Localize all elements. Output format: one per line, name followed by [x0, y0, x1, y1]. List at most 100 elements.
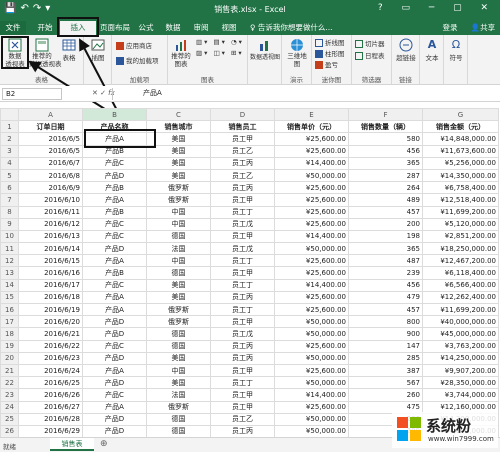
row-number[interactable]: 12	[0, 254, 19, 268]
row-number[interactable]: 21	[0, 363, 19, 378]
table-cell[interactable]: 456	[348, 144, 423, 158]
pivot-chart-button[interactable]: 数据透视图	[250, 38, 280, 61]
table-cell[interactable]: 员工甲	[210, 400, 275, 414]
row-number[interactable]: 4	[0, 156, 19, 170]
table-cell[interactable]: ¥25,600.00	[274, 217, 349, 231]
table-cell[interactable]: ¥25,600.00	[274, 254, 349, 268]
table-cell[interactable]: ¥25,600.00	[274, 181, 349, 195]
table-cell[interactable]: 2016/6/5	[18, 144, 83, 158]
table-cell[interactable]: 员工丙	[210, 156, 275, 170]
row-number[interactable]: 25	[0, 412, 19, 426]
table-cell[interactable]: 产品A	[82, 254, 147, 268]
table-cell[interactable]: ¥14,848,000.00	[422, 132, 499, 146]
tab-formulas[interactable]: 公式	[134, 21, 158, 35]
row-number[interactable]: 9	[0, 217, 19, 231]
table-cell[interactable]: 产品B	[82, 205, 147, 219]
table-cell[interactable]: 2016/6/20	[18, 315, 83, 329]
tab-view[interactable]: 视图	[216, 21, 242, 35]
table-cell[interactable]: ¥12,467,200.00	[422, 254, 499, 268]
table-cell[interactable]: 德国	[146, 229, 211, 244]
table-cell[interactable]: ¥25,600.00	[274, 302, 349, 317]
table-cell[interactable]: 中国	[146, 254, 211, 268]
table-cell[interactable]: 美国	[146, 376, 211, 390]
table-cell[interactable]: 2016/6/8	[18, 168, 83, 183]
table-cell[interactable]: ¥12,518,400.00	[422, 193, 499, 207]
table-cell[interactable]: 美国	[146, 351, 211, 365]
sparkline-winloss-button[interactable]: 盈亏	[315, 59, 338, 69]
row-number[interactable]: 15	[0, 290, 19, 305]
column-header[interactable]: E	[274, 107, 349, 122]
table-cell[interactable]: ¥5,120,000.00	[422, 217, 499, 231]
table-cell[interactable]: 俄罗斯	[146, 400, 211, 414]
table-cell[interactable]: 俄罗斯	[146, 315, 211, 329]
table-cell[interactable]: 德国	[146, 412, 211, 426]
slicer-button[interactable]: 切片器	[355, 38, 385, 48]
text-button[interactable]: A 文本	[422, 38, 442, 62]
table-cell[interactable]: 产品D	[82, 168, 147, 183]
table-cell[interactable]: ¥25,600.00	[274, 132, 349, 146]
table-cell[interactable]: ¥14,250,000.00	[422, 351, 499, 365]
table-cell[interactable]: 员工乙	[210, 412, 275, 426]
table-cell[interactable]: 产品D	[82, 412, 147, 426]
table-cell[interactable]: ¥14,350,000.00	[422, 168, 499, 183]
table-cell[interactable]: ¥25,600.00	[274, 339, 349, 353]
table-cell[interactable]: 457	[348, 205, 423, 219]
row-number[interactable]: 20	[0, 351, 19, 365]
table-cell[interactable]: 2016/6/21	[18, 327, 83, 341]
table-cell[interactable]: 员工丁	[210, 302, 275, 317]
table-cell[interactable]: ¥25,600.00	[274, 193, 349, 207]
row-number[interactable]: 24	[0, 400, 19, 414]
hyperlink-button[interactable]: 超链接	[394, 38, 418, 62]
table-cell[interactable]: 285	[348, 351, 423, 365]
table-cell[interactable]: ¥12,262,400.00	[422, 290, 499, 305]
row-number[interactable]: 11	[0, 242, 19, 256]
header-cell[interactable]: 销售员工	[210, 120, 275, 134]
row-number[interactable]: 19	[0, 339, 19, 353]
table-cell[interactable]: ¥25,600.00	[274, 290, 349, 305]
table-cell[interactable]: 2016/6/17	[18, 278, 83, 292]
store-button[interactable]: 应用商店	[116, 40, 152, 50]
table-cell[interactable]: 2016/6/13	[18, 229, 83, 244]
table-cell[interactable]: 487	[348, 254, 423, 268]
table-cell[interactable]: 2016/6/18	[18, 290, 83, 305]
table-cell[interactable]: 产品B	[82, 181, 147, 195]
table-cell[interactable]: ¥25,600.00	[274, 400, 349, 414]
table-cell[interactable]: 美国	[146, 132, 211, 146]
table-cell[interactable]: ¥50,000.00	[274, 424, 349, 439]
table-cell[interactable]: 美国	[146, 156, 211, 170]
table-cell[interactable]: 2016/6/9	[18, 181, 83, 195]
table-cell[interactable]: 387	[348, 363, 423, 378]
table-cell[interactable]: 美国	[146, 278, 211, 292]
table-cell[interactable]: 员工乙	[210, 168, 275, 183]
table-cell[interactable]: ¥28,350,000.00	[422, 376, 499, 390]
table-cell[interactable]: 147	[348, 339, 423, 353]
column-header[interactable]: D	[210, 107, 275, 122]
table-cell[interactable]: 产品D	[82, 315, 147, 329]
table-cell[interactable]: 员工丙	[210, 424, 275, 439]
table-cell[interactable]: ¥50,000.00	[274, 242, 349, 256]
tab-data[interactable]: 数据	[160, 21, 186, 35]
sheet-tab[interactable]: 销售表	[50, 438, 94, 451]
table-cell[interactable]: ¥14,400.00	[274, 388, 349, 402]
row-number[interactable]: 26	[0, 424, 19, 439]
table-cell[interactable]: 中国	[146, 363, 211, 378]
table-cell[interactable]: 产品D	[82, 376, 147, 390]
row-number[interactable]: 3	[0, 144, 19, 158]
table-cell[interactable]: 2016/6/16	[18, 266, 83, 280]
header-cell[interactable]: 销售城市	[146, 120, 211, 134]
row-number[interactable]: 22	[0, 376, 19, 390]
formula-input[interactable]: 产品A	[112, 88, 498, 100]
table-cell[interactable]: 900	[348, 327, 423, 341]
table-cell[interactable]: ¥18,250,000.00	[422, 242, 499, 256]
tab-home[interactable]: 开始	[32, 21, 58, 35]
header-cell[interactable]: 销售单价（元）	[274, 120, 349, 134]
table-cell[interactable]: 员工戊	[210, 242, 275, 256]
table-cell[interactable]: ¥3,744,000.00	[422, 388, 499, 402]
table-cell[interactable]: 员工甲	[210, 132, 275, 146]
table-cell[interactable]: 中国	[146, 205, 211, 219]
table-cell[interactable]: ¥11,699,200.00	[422, 302, 499, 317]
column-header[interactable]: A	[18, 107, 83, 122]
table-cell[interactable]: 员工甲	[210, 363, 275, 378]
row-number[interactable]: 17	[0, 315, 19, 329]
share-button[interactable]: 👤共享	[468, 21, 498, 35]
